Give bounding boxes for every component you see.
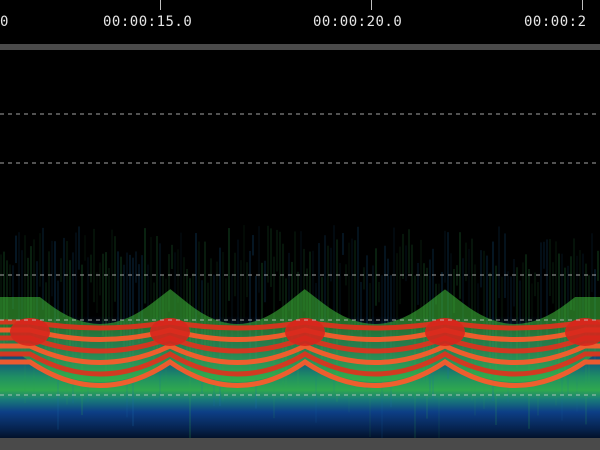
energy-streak [378,281,380,303]
energy-streak [252,235,254,256]
energy-streak [78,226,80,270]
timeline-label-0: 0 [0,14,9,30]
energy-streak [60,258,62,282]
energy-streak [117,251,119,328]
energy-streak [387,258,389,323]
energy-streak [408,229,410,274]
energy-streak [96,272,98,313]
timeline-label-20s: 00:00:20.0 [313,14,403,30]
energy-streak [63,237,65,317]
energy-streak [84,235,86,261]
energy-streak [504,233,506,298]
energy-streak [144,228,146,304]
energy-streak [114,236,116,302]
timeline-tick [582,0,583,10]
energy-streak [90,254,92,283]
energy-streak [99,262,101,296]
energy-streak [246,262,248,298]
spectrogram-view[interactable] [0,50,600,438]
energy-streak [513,258,515,307]
timeline-tick [371,0,372,10]
energy-streak [480,250,482,288]
energy-streak [279,231,281,301]
harmonic-cusp [425,318,465,346]
energy-streak [330,247,332,282]
energy-streak [171,244,173,269]
energy-streak [552,262,554,304]
energy-streak [276,229,278,272]
energy-streak [372,265,374,330]
energy-streak [42,227,44,310]
energy-streak [591,233,593,292]
energy-streak [135,251,137,283]
energy-streak [597,250,599,281]
energy-streak [39,233,41,287]
scroll-bar[interactable] [0,438,600,450]
energy-streak [402,233,404,280]
energy-streak [543,241,545,269]
energy-streak [147,264,149,308]
energy-streak [9,264,11,296]
timeline-tick [160,0,161,10]
energy-streak [405,245,407,282]
energy-streak [342,233,344,255]
harmonic-cusp [10,318,50,346]
energy-streak [468,248,470,310]
harmonic-cusp [285,318,325,346]
energy-streak [444,230,446,283]
energy-streak [522,262,524,321]
energy-streak [51,240,53,297]
energy-streak [363,267,365,290]
energy-streak [228,228,230,301]
energy-streak [264,260,266,303]
energy-streak [417,262,419,305]
energy-streak [354,240,356,332]
harmonic-cusp [150,318,190,346]
energy-streak [549,239,551,297]
energy-streak [270,228,272,287]
energy-streak [357,226,359,332]
energy-streak [93,228,95,303]
energy-streak [375,248,377,306]
energy-streak [237,239,239,338]
energy-streak [198,241,200,315]
energy-streak [498,226,500,299]
energy-streak [243,225,245,319]
energy-streak [15,235,17,264]
energy-streak [102,253,104,336]
timeline-label-15s: 00:00:15.0 [103,14,193,30]
energy-streak [534,272,536,297]
timeline-label-25s: 00:00:2 [524,14,587,30]
energy-streak [267,225,269,283]
energy-streak [477,283,479,316]
energy-streak [459,232,461,299]
timeline-ruler[interactable]: 0 00:00:15.0 00:00:20.0 00:00:2 [0,0,600,44]
energy-streak [258,226,260,293]
